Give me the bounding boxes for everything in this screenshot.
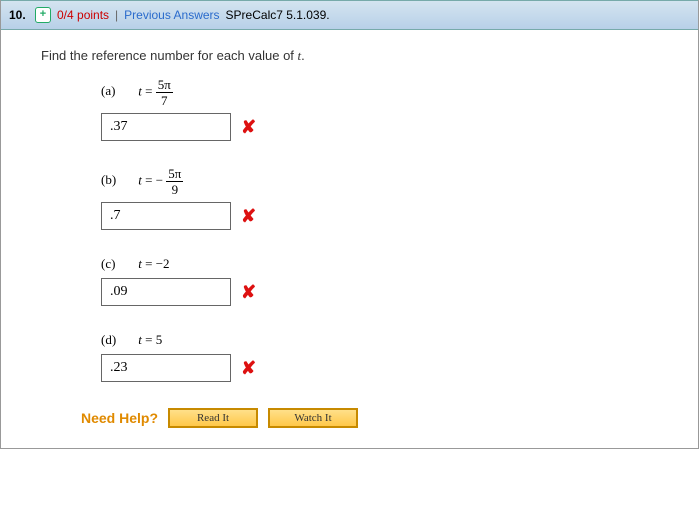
part-b-answer-input[interactable] — [101, 202, 231, 230]
part-a-eq: = — [142, 83, 156, 98]
points-earned: 0/4 points — [57, 8, 109, 22]
part-c-eq: = — [142, 256, 156, 271]
incorrect-icon: ✘ — [241, 206, 256, 227]
previous-answers-link[interactable]: Previous Answers — [124, 8, 219, 22]
part-d-answer-row: ✘ — [101, 354, 658, 382]
part-b-label: (b) — [101, 172, 135, 188]
part-c-label: (c) — [101, 256, 135, 272]
part-c: (c) t = −2 — [101, 256, 658, 272]
part-b-answer-row: ✘ — [101, 202, 658, 230]
question-source: SPreCalc7 5.1.039. — [226, 8, 330, 22]
watch-it-button[interactable]: Watch It — [268, 408, 358, 428]
part-a-label: (a) — [101, 83, 135, 99]
question-container: 10. + 0/4 points | Previous Answers SPre… — [0, 0, 699, 449]
part-c-answer-input[interactable] — [101, 278, 231, 306]
help-row: Need Help? Read It Watch It — [81, 408, 658, 428]
part-b-fraction: 5π 9 — [166, 167, 183, 196]
part-c-answer-row: ✘ — [101, 278, 658, 306]
part-b: (b) t = − 5π 9 — [101, 167, 658, 196]
part-d-eq: = — [142, 332, 156, 347]
part-b-eq: = − — [142, 172, 166, 187]
prompt-text-post: . — [301, 48, 305, 63]
part-d-label: (d) — [101, 332, 135, 348]
question-number: 10. — [9, 8, 29, 22]
prompt-text-pre: Find the reference number for each value… — [41, 48, 298, 63]
part-b-numerator: 5π — [166, 167, 183, 182]
part-d-answer-input[interactable] — [101, 354, 231, 382]
question-header: 10. + 0/4 points | Previous Answers SPre… — [1, 0, 698, 30]
part-a-answer-row: ✘ — [101, 113, 658, 141]
part-b-denominator: 9 — [166, 182, 183, 196]
incorrect-icon: ✘ — [241, 358, 256, 379]
part-a: (a) t = 5π 7 — [101, 78, 658, 107]
part-d-rhs: 5 — [156, 332, 163, 347]
need-help-label: Need Help? — [81, 410, 158, 426]
incorrect-icon: ✘ — [241, 282, 256, 303]
part-a-fraction: 5π 7 — [156, 78, 173, 107]
part-d: (d) t = 5 — [101, 332, 658, 348]
incorrect-icon: ✘ — [241, 117, 256, 138]
expand-icon[interactable]: + — [35, 7, 51, 23]
part-a-answer-input[interactable] — [101, 113, 231, 141]
question-body: Find the reference number for each value… — [1, 30, 698, 449]
part-c-rhs: −2 — [156, 256, 170, 271]
part-a-numerator: 5π — [156, 78, 173, 93]
read-it-button[interactable]: Read It — [168, 408, 258, 428]
part-a-denominator: 7 — [156, 93, 173, 107]
separator: | — [115, 8, 118, 22]
question-prompt: Find the reference number for each value… — [41, 48, 658, 64]
